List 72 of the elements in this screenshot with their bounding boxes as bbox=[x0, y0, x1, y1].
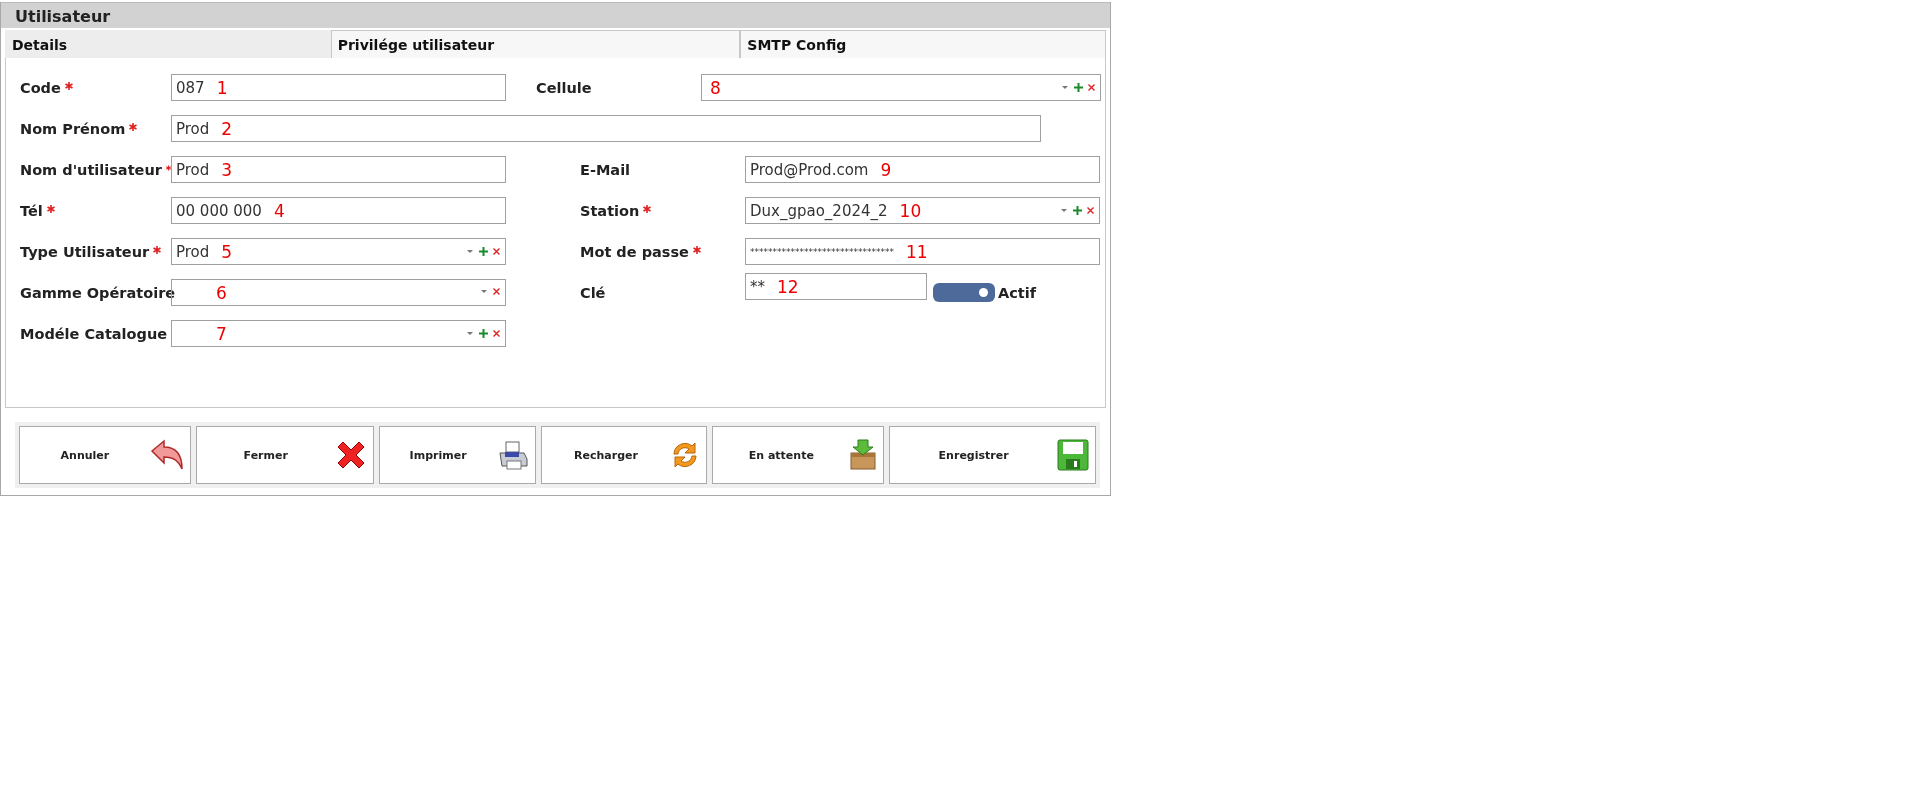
input-field[interactable]: Prod 2 bbox=[171, 115, 1041, 142]
printer-icon bbox=[496, 439, 529, 471]
field-label: Type Utilisateur bbox=[20, 243, 150, 260]
toggle-label: Actif bbox=[998, 284, 1037, 301]
annotation-number: 2 bbox=[221, 118, 233, 139]
tab[interactable]: Details bbox=[5, 30, 331, 58]
field-label: Tél bbox=[20, 202, 43, 219]
field-label: Nom d'utilisateur bbox=[20, 161, 162, 178]
field-value: Prod bbox=[176, 119, 210, 138]
annotation-number: 8 bbox=[710, 77, 721, 98]
input-field[interactable]: Prod 5 bbox=[171, 238, 506, 265]
field-value: Prod bbox=[176, 242, 210, 261]
dropdown-icon[interactable] bbox=[480, 289, 488, 294]
field-label: Modéle Catalogue bbox=[20, 325, 168, 342]
annotation-number: 5 bbox=[221, 241, 233, 262]
dropdown-icon[interactable] bbox=[1060, 208, 1068, 213]
input-field[interactable]: 087 1 bbox=[171, 74, 506, 101]
dropdown-icon[interactable] bbox=[466, 249, 474, 254]
tab[interactable]: Privilége utilisateur bbox=[330, 30, 741, 58]
field-value: 087 bbox=[176, 78, 205, 97]
field-label: E-Mail bbox=[580, 161, 631, 178]
input-field[interactable]: 7 bbox=[171, 320, 506, 347]
input-field[interactable]: 00 000 000 4 bbox=[171, 197, 506, 224]
tab[interactable]: SMTP Config bbox=[740, 30, 1106, 58]
clear-icon[interactable] bbox=[1087, 207, 1094, 214]
input-field[interactable]: ******************************** 11 bbox=[745, 238, 1100, 265]
annotation-number: 1 bbox=[216, 77, 228, 98]
add-icon[interactable] bbox=[1073, 206, 1082, 215]
field-label: Code bbox=[20, 79, 61, 96]
annotation-number: 9 bbox=[880, 159, 892, 180]
input-field[interactable]: 8 bbox=[701, 74, 1101, 101]
clear-icon[interactable] bbox=[493, 330, 500, 337]
field-value: Prod bbox=[176, 160, 210, 179]
window-title: Utilisateur bbox=[1, 2, 1110, 28]
add-icon[interactable] bbox=[479, 247, 488, 256]
action-button[interactable]: Fermer bbox=[195, 426, 374, 484]
dropdown-icon[interactable] bbox=[1061, 85, 1069, 90]
field-value: 00 000 000 bbox=[176, 201, 262, 220]
field-value: Dux_gpao_2024_2 bbox=[750, 201, 888, 220]
action-button[interactable]: En attente bbox=[712, 426, 885, 484]
field-value: Prod@Prod.com bbox=[750, 160, 869, 179]
field-label: Nom Prénom bbox=[20, 120, 126, 137]
annotation-number: 11 bbox=[906, 241, 928, 262]
add-icon[interactable] bbox=[479, 329, 488, 338]
annotation-number: 7 bbox=[216, 323, 227, 344]
field-value: ******************************** bbox=[750, 246, 894, 257]
field-label: Clé bbox=[580, 284, 606, 301]
annotation-number: 10 bbox=[899, 200, 922, 221]
box-download-icon bbox=[849, 439, 878, 471]
input-field[interactable]: ** 12 bbox=[745, 273, 927, 300]
clear-icon[interactable] bbox=[493, 248, 500, 255]
annotation-number: 3 bbox=[221, 159, 233, 180]
field-label: Cellule bbox=[536, 79, 592, 96]
curved-arrow-icon bbox=[149, 439, 184, 471]
clear-icon[interactable] bbox=[1088, 84, 1095, 91]
field-label: Station bbox=[580, 202, 640, 219]
field-value: ** bbox=[750, 277, 765, 296]
toggle-switch[interactable] bbox=[933, 283, 995, 302]
field-label: Mot de passe bbox=[580, 243, 689, 260]
input-field[interactable]: Prod 3 bbox=[171, 156, 506, 183]
action-button[interactable]: Recharger bbox=[540, 426, 708, 484]
annotation-number: 4 bbox=[273, 200, 285, 221]
add-icon[interactable] bbox=[1074, 83, 1083, 92]
action-button[interactable]: Imprimer bbox=[378, 426, 536, 484]
annotation-number: 12 bbox=[777, 276, 799, 297]
input-field[interactable]: Dux_gpao_2024_2 10 bbox=[745, 197, 1100, 224]
action-button[interactable]: Annuler bbox=[19, 426, 191, 484]
input-field[interactable]: Prod@Prod.com 9 bbox=[745, 156, 1100, 183]
action-button[interactable]: Enregistrer bbox=[889, 426, 1096, 484]
dropdown-icon[interactable] bbox=[466, 331, 474, 336]
annotation-number: 6 bbox=[216, 282, 227, 303]
clear-icon[interactable] bbox=[493, 288, 500, 295]
